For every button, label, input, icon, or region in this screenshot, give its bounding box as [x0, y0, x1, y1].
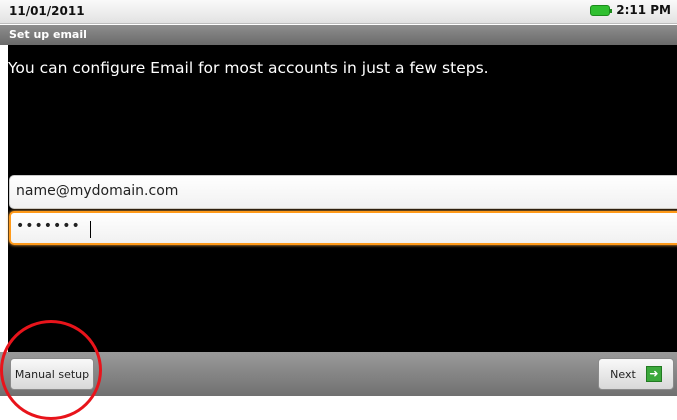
title-bar: Set up email: [0, 25, 677, 45]
email-setup-screen: 11/01/2011 2:11 PM Set up email You can …: [0, 0, 677, 420]
status-right: 2:11 PM: [590, 3, 671, 17]
status-bar: 11/01/2011 2:11 PM: [0, 0, 677, 24]
main-content: You can configure Email for most account…: [8, 45, 677, 352]
battery-icon: [590, 4, 613, 16]
manual-setup-button[interactable]: Manual setup: [10, 358, 94, 390]
password-field[interactable]: •••••••: [9, 211, 677, 245]
email-value: name@mydomain.com: [16, 183, 179, 199]
password-value: •••••••: [16, 218, 81, 234]
page-background: [0, 396, 677, 420]
next-button[interactable]: Next ➜: [598, 358, 674, 390]
status-date: 11/01/2011: [9, 4, 85, 18]
arrow-right-icon: ➜: [645, 366, 662, 382]
email-field[interactable]: name@mydomain.com: [9, 175, 677, 209]
next-label: Next: [610, 367, 636, 381]
text-cursor: [90, 221, 91, 238]
bottom-action-bar: Manual setup Next ➜: [0, 352, 677, 396]
page-title: Set up email: [9, 28, 87, 41]
manual-setup-label: Manual setup: [14, 367, 90, 381]
status-time: 2:11 PM: [616, 3, 671, 17]
instructions-text: You can configure Email for most account…: [8, 59, 489, 77]
